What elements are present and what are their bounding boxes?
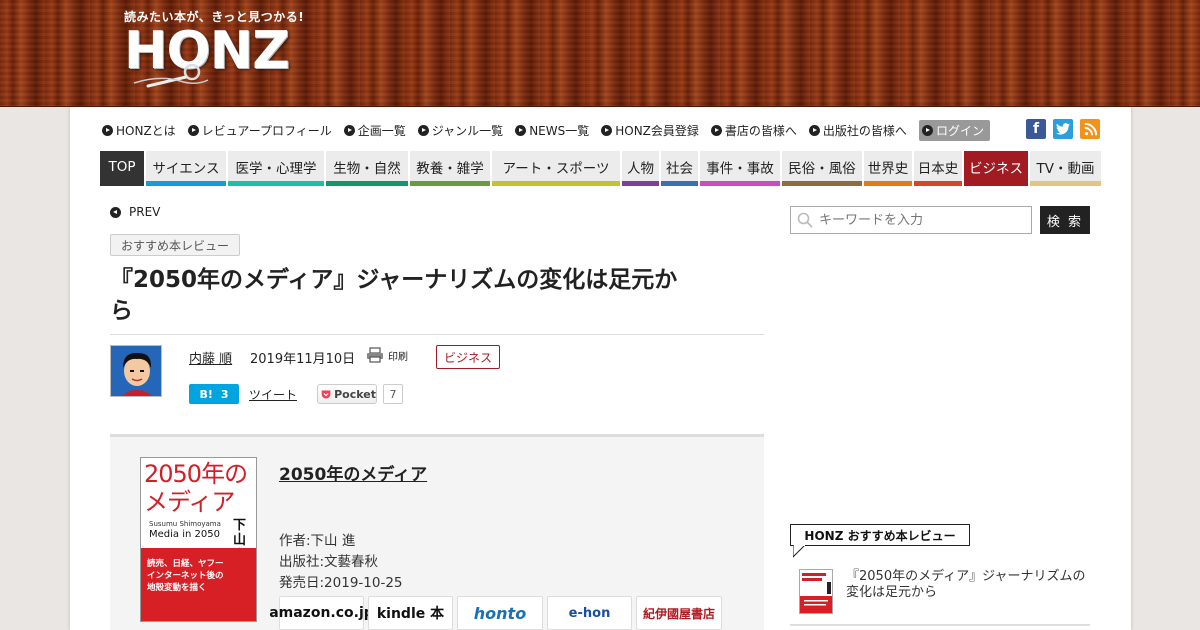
tweet-link[interactable]: ツイート bbox=[249, 386, 297, 403]
tab-people[interactable]: 人物 bbox=[622, 151, 659, 186]
tab-medicine-psychology[interactable]: 医学・心理学 bbox=[228, 151, 324, 186]
nav-news-label: NEWS一覧 bbox=[529, 123, 590, 138]
arrow-circle-icon bbox=[710, 124, 722, 136]
arrow-circle-icon bbox=[601, 124, 613, 136]
twitter-icon[interactable] bbox=[1053, 119, 1073, 139]
store-ehon-button[interactable]: e-hon bbox=[547, 596, 632, 630]
nav-features[interactable]: 企画一覧 bbox=[343, 122, 406, 139]
article-tag[interactable]: おすすめ本レビュー bbox=[110, 234, 241, 256]
arrow-circle-icon bbox=[921, 124, 933, 136]
article-title-line2: ら bbox=[110, 298, 133, 324]
author-link[interactable]: 内藤 順 bbox=[189, 348, 232, 367]
tab-tv-video[interactable]: TV・動画 bbox=[1030, 151, 1101, 186]
author-avatar[interactable] bbox=[110, 345, 162, 397]
tab-art-sports[interactable]: アート・スポーツ bbox=[492, 151, 620, 186]
magnifier-icon bbox=[133, 64, 209, 88]
book-cover[interactable]: 2050年の メディア 下山進 Susumu Shimoyama Media i… bbox=[140, 457, 257, 622]
nav-publishers-label: 出版社の皆様へ bbox=[822, 123, 907, 138]
nav-about[interactable]: HONZとは bbox=[102, 122, 176, 139]
store-kinokuniya-button[interactable]: 紀伊國屋書店 bbox=[636, 596, 722, 630]
book-author: 作者:下山 進 bbox=[279, 533, 356, 549]
arrow-circle-icon bbox=[187, 124, 199, 136]
cover-title: 2050年の メディア bbox=[144, 460, 248, 516]
search-button[interactable]: 検 索 bbox=[1040, 206, 1090, 234]
cover-blurb-line1: 読売、日経、ヤフー bbox=[147, 559, 224, 569]
prev-label: PREV bbox=[129, 205, 161, 219]
cover-title-line2: メディア bbox=[144, 488, 235, 516]
nav-bookstores-label: 書店の皆様へ bbox=[724, 123, 797, 138]
nav-news[interactable]: NEWS一覧 bbox=[515, 122, 589, 139]
tab-science[interactable]: サイエンス bbox=[146, 151, 226, 186]
divider bbox=[790, 624, 1090, 626]
sidebar-heading: HONZ おすすめ本レビュー bbox=[790, 524, 970, 546]
nav-genres[interactable]: ジャンル一覧 bbox=[417, 122, 504, 139]
search-input[interactable] bbox=[819, 212, 1019, 228]
nav-reviewers[interactable]: レビュアープロフィール bbox=[187, 122, 332, 139]
facebook-icon[interactable]: f bbox=[1026, 119, 1046, 139]
rss-icon[interactable] bbox=[1080, 119, 1100, 139]
book-publisher: 出版社:文藝春秋 bbox=[279, 554, 379, 570]
printer-icon bbox=[367, 347, 383, 363]
arrow-circle-icon bbox=[808, 124, 820, 136]
tab-world-history[interactable]: 世界史 bbox=[864, 151, 912, 186]
tab-society[interactable]: 社会 bbox=[661, 151, 698, 186]
article-title: 『2050年のメディア』ジャーナリズムの変化は足元か ら bbox=[110, 265, 770, 327]
divider bbox=[110, 334, 764, 335]
speech-tail-icon bbox=[793, 545, 806, 558]
cover-english-title: Media in 2050 bbox=[149, 529, 220, 540]
arrow-left-circle-icon bbox=[110, 206, 121, 218]
cover-blurb-line2: インターネット後の bbox=[147, 571, 224, 581]
book-release-date: 発売日:2019-10-25 bbox=[279, 575, 403, 591]
store-amazon-button[interactable]: amazon.co.jp bbox=[269, 596, 374, 630]
book-title-link[interactable]: 2050年のメディア bbox=[279, 460, 427, 485]
nav-about-label: HONZとは bbox=[116, 123, 176, 138]
pocket-button[interactable]: Pocket bbox=[317, 384, 377, 404]
nav-genres-label: ジャンル一覧 bbox=[431, 123, 504, 138]
arrow-circle-icon bbox=[417, 124, 429, 136]
recommended-book-title[interactable]: 『2050年のメディア』ジャーナリズムの変化は足元から bbox=[846, 569, 1086, 601]
nav-bookstores[interactable]: 書店の皆様へ bbox=[710, 122, 797, 139]
publish-date: 2019年11月10日 bbox=[250, 352, 356, 367]
login-button[interactable]: ログイン bbox=[918, 119, 990, 141]
tab-incidents[interactable]: 事件・事故 bbox=[700, 151, 780, 186]
pocket-icon bbox=[321, 390, 331, 398]
nav-register-label: HONZ会員登録 bbox=[615, 123, 699, 138]
nav-register[interactable]: HONZ会員登録 bbox=[601, 122, 699, 139]
hatena-icon: B! bbox=[199, 387, 213, 401]
login-label: ログイン bbox=[935, 123, 984, 138]
cover-english-author: Susumu Shimoyama bbox=[149, 520, 221, 528]
hatena-count: 3 bbox=[220, 387, 229, 401]
prev-link[interactable]: PREV bbox=[110, 205, 160, 219]
print-label: 印刷 bbox=[388, 351, 408, 363]
arrow-circle-icon bbox=[515, 124, 527, 136]
tab-folklore[interactable]: 民俗・風俗 bbox=[782, 151, 862, 186]
tab-top[interactable]: TOP bbox=[100, 151, 144, 186]
tab-biology-nature[interactable]: 生物・自然 bbox=[326, 151, 408, 186]
article-title-line1: 『2050年のメディア』ジャーナリズムの変化は足元か bbox=[110, 267, 678, 293]
arrow-circle-icon bbox=[102, 124, 113, 136]
store-honto-button[interactable]: honto bbox=[457, 596, 543, 630]
pocket-label: Pocket bbox=[334, 387, 376, 401]
nav-reviewers-label: レビュアープロフィール bbox=[201, 123, 332, 138]
nav-publishers[interactable]: 出版社の皆様へ bbox=[808, 122, 907, 139]
print-button[interactable]: 印刷 bbox=[366, 347, 408, 363]
arrow-circle-icon bbox=[343, 124, 355, 136]
pocket-count: 7 bbox=[383, 384, 403, 404]
cover-blurb: 読売、日経、ヤフー インターネット後の 地殻変動を描く bbox=[147, 558, 255, 594]
site-logo[interactable]: 読みたい本が、きっと見つかる! HONZ bbox=[124, 8, 304, 88]
tab-business[interactable]: ビジネス bbox=[964, 151, 1028, 186]
tab-japan-history[interactable]: 日本史 bbox=[914, 151, 962, 186]
store-kindle-button[interactable]: kindle 本 bbox=[368, 596, 453, 630]
hatena-bookmark-button[interactable]: B! 3 bbox=[189, 384, 239, 404]
utility-nav: HONZとは レビュアープロフィール 企画一覧 ジャンル一覧 NEWS一覧 HO… bbox=[102, 119, 990, 141]
category-nav: TOP サイエンス 医学・心理学 生物・自然 教養・雑学 アート・スポーツ 人物… bbox=[100, 151, 1101, 186]
category-badge[interactable]: ビジネス bbox=[436, 345, 500, 369]
tab-liberal-arts[interactable]: 教養・雑学 bbox=[410, 151, 490, 186]
search-box bbox=[790, 206, 1032, 234]
cover-title-line1: 2050年の bbox=[144, 460, 248, 488]
recommended-book-thumbnail[interactable] bbox=[799, 569, 833, 614]
cover-blurb-line3: 地殻変動を描く bbox=[147, 583, 207, 593]
search-icon bbox=[797, 212, 813, 228]
nav-features-label: 企画一覧 bbox=[357, 123, 406, 138]
